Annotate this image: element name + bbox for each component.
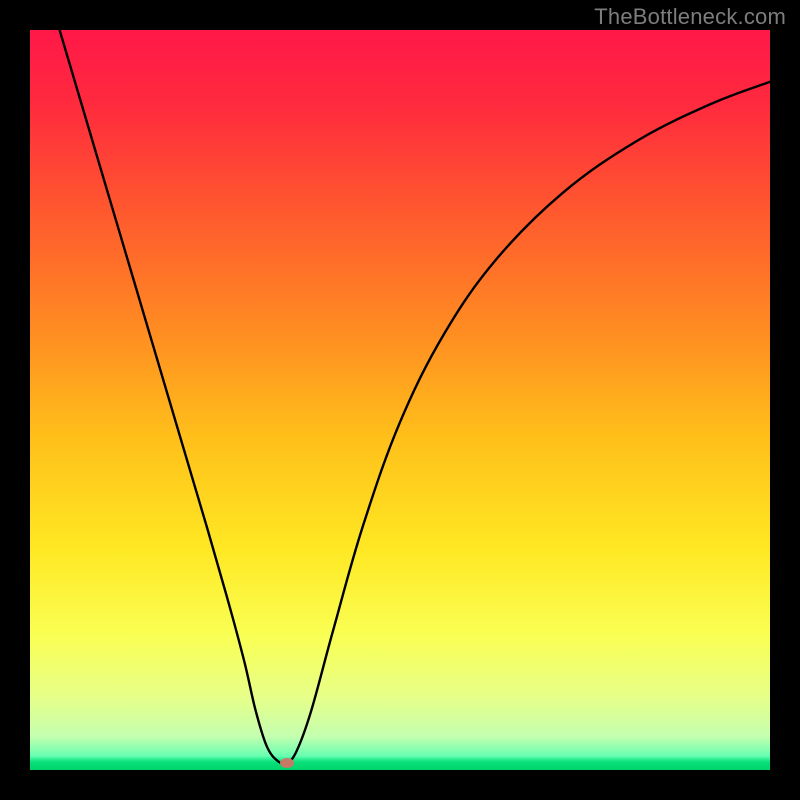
minimum-marker (280, 758, 294, 768)
chart-frame: TheBottleneck.com (0, 0, 800, 800)
watermark-text: TheBottleneck.com (594, 4, 786, 30)
bottleneck-curve (30, 30, 770, 770)
plot-area (30, 30, 770, 770)
